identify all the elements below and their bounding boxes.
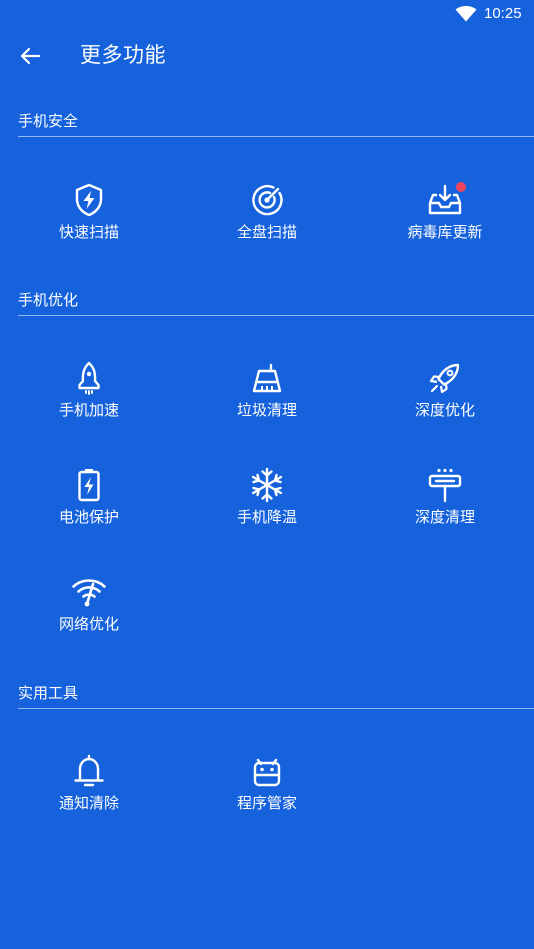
status-bar: 10:25 — [0, 0, 534, 28]
network-optimize-button[interactable]: 网络优化 — [0, 574, 178, 674]
phone-cooling-button[interactable]: 手机降温 — [178, 467, 356, 567]
shield-lightning-icon — [71, 182, 107, 218]
wifi-icon — [455, 6, 477, 22]
battery-protect-button[interactable]: 电池保护 — [0, 467, 178, 567]
grid-item-label: 全盘扫描 — [236, 223, 297, 241]
grid-item-label: 网络优化 — [58, 615, 119, 633]
update-badge-dot — [456, 182, 466, 192]
deep-optimize-button[interactable]: 深度优化 — [356, 360, 534, 460]
page-title: 更多功能 — [80, 43, 166, 67]
back-button[interactable] — [14, 40, 46, 72]
quick-scan-button[interactable]: 快速扫描 — [0, 182, 178, 282]
grid-item-label: 深度优化 — [414, 401, 475, 419]
wifi-boost-icon — [71, 574, 107, 610]
status-time: 10:25 — [484, 5, 522, 22]
grid-item-label: 病毒库更新 — [407, 223, 483, 241]
section-divider — [18, 136, 534, 137]
broom-icon — [249, 360, 285, 396]
section-title-security: 手机安全 — [18, 112, 79, 130]
app-bar: 更多功能 — [0, 28, 534, 84]
section-divider — [18, 315, 534, 316]
radar-target-icon — [249, 182, 285, 218]
section-title-tools: 实用工具 — [18, 684, 79, 702]
grid-item-label: 快速扫描 — [58, 223, 119, 241]
section-divider — [18, 708, 534, 709]
grid-item-label: 通知清除 — [58, 794, 119, 812]
full-scan-button[interactable]: 全盘扫描 — [178, 182, 356, 282]
app-manager-button[interactable]: 程序管家 — [178, 753, 356, 853]
arrow-left-icon — [20, 47, 41, 65]
vacuum-cleaner-icon — [427, 467, 463, 503]
rocket-launch-icon — [427, 360, 463, 396]
deep-clean-button[interactable]: 深度清理 — [356, 467, 534, 567]
grid-item-label: 程序管家 — [236, 794, 297, 812]
grid-item-label: 垃圾清理 — [236, 401, 297, 419]
grid-item-label: 手机降温 — [236, 508, 297, 526]
rocket-icon — [71, 360, 107, 396]
snowflake-icon — [249, 467, 285, 503]
grid-item-label: 手机加速 — [58, 401, 119, 419]
virus-db-update-button[interactable]: 病毒库更新 — [356, 182, 534, 282]
grid-item-label: 深度清理 — [414, 508, 475, 526]
battery-charging-icon — [71, 467, 107, 503]
junk-clean-button[interactable]: 垃圾清理 — [178, 360, 356, 460]
phone-boost-button[interactable]: 手机加速 — [0, 360, 178, 460]
grid-item-label: 电池保护 — [58, 508, 119, 526]
android-robot-icon — [249, 753, 285, 789]
section-title-optimize: 手机优化 — [18, 291, 79, 309]
bell-icon — [71, 753, 107, 789]
notification-clear-button[interactable]: 通知清除 — [0, 753, 178, 853]
